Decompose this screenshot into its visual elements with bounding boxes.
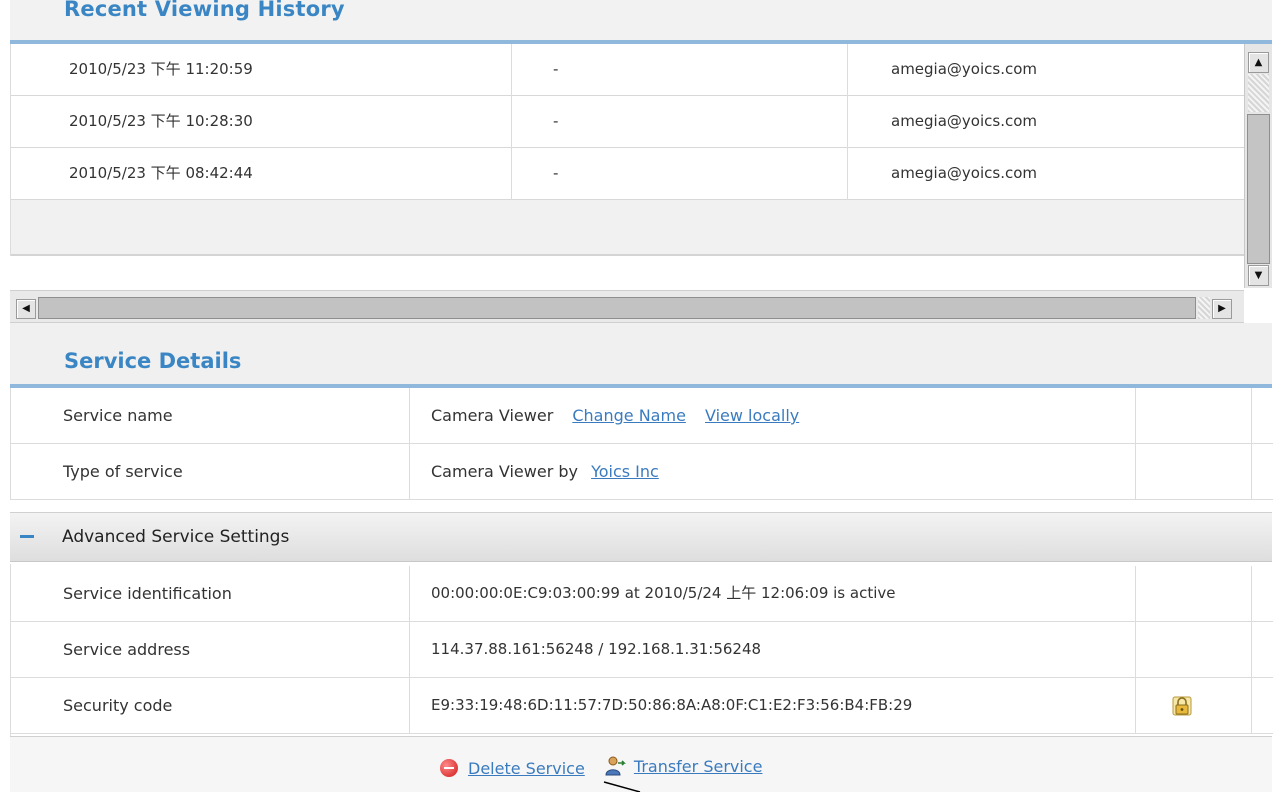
- transfer-service-link[interactable]: Transfer Service: [604, 755, 763, 777]
- table-row: Security code E9:33:19:48:6D:11:57:7D:50…: [11, 678, 1273, 734]
- column-divider: [847, 148, 848, 200]
- scroll-track[interactable]: [1248, 74, 1269, 112]
- service-actions-bar: Delete Service Transfer Service: [10, 736, 1272, 792]
- column-divider: [511, 44, 512, 96]
- column-divider: [409, 678, 410, 734]
- column-divider: [409, 622, 410, 678]
- service-name-value: Camera Viewer: [431, 406, 554, 425]
- scroll-up-button[interactable]: ▲: [1248, 52, 1269, 73]
- service-actions: Delete Service Transfer Service: [440, 755, 776, 781]
- column-divider: [847, 96, 848, 148]
- view-locally-link[interactable]: View locally: [705, 406, 799, 425]
- history-location: -: [553, 164, 559, 182]
- service-name-label: Service name: [63, 406, 173, 425]
- column-divider: [1135, 566, 1136, 622]
- history-time: 2010/5/23 下午 11:20:59: [69, 60, 253, 78]
- column-divider: [1135, 622, 1136, 678]
- service-type-value-group: Camera Viewer by Yoics Inc: [431, 444, 659, 499]
- advanced-settings-header[interactable]: Advanced Service Settings: [10, 512, 1272, 562]
- service-details-title: Service Details: [64, 349, 242, 373]
- service-details-table: Service name Camera Viewer Change Name V…: [10, 388, 1273, 500]
- table-row: Type of service Camera Viewer by Yoics I…: [11, 444, 1273, 500]
- table-row: 2010/5/23 下午 11:20:59 - amegia@yoics.com: [11, 44, 1245, 96]
- service-name-value-group: Camera Viewer Change Name View locally: [431, 388, 799, 443]
- collapse-icon[interactable]: [20, 535, 34, 538]
- column-divider: [1251, 622, 1252, 678]
- recent-history-table: 2010/5/23 下午 11:20:59 - amegia@yoics.com…: [10, 44, 1245, 256]
- column-divider: [1135, 444, 1136, 500]
- advanced-settings-title: Advanced Service Settings: [62, 527, 290, 547]
- column-divider: [511, 148, 512, 200]
- history-time: 2010/5/23 下午 08:42:44: [69, 164, 253, 182]
- column-divider: [409, 444, 410, 500]
- lock-icon[interactable]: [1171, 695, 1193, 717]
- table-row: Service name Camera Viewer Change Name V…: [11, 388, 1273, 444]
- service-type-label: Type of service: [63, 462, 183, 481]
- column-divider: [847, 44, 848, 96]
- table-empty-area: [11, 200, 1245, 256]
- scroll-right-button[interactable]: ▶: [1212, 299, 1232, 319]
- delete-service-link[interactable]: Delete Service: [440, 759, 585, 778]
- history-user: amegia@yoics.com: [891, 164, 1038, 182]
- history-user: amegia@yoics.com: [891, 112, 1038, 130]
- vendor-link[interactable]: Yoics Inc: [591, 462, 659, 481]
- service-identification-value: 00:00:00:0E:C9:03:00:99 at 2010/5/24 上午 …: [431, 584, 896, 602]
- scroll-left-button[interactable]: ◀: [16, 299, 36, 319]
- change-name-link[interactable]: Change Name: [572, 406, 686, 425]
- delete-icon: [440, 759, 458, 777]
- service-type-value: Camera Viewer by: [431, 462, 578, 481]
- security-code-label: Security code: [63, 696, 173, 715]
- column-divider: [511, 96, 512, 148]
- scroll-thumb[interactable]: [1247, 114, 1270, 264]
- transfer-user-icon: [605, 756, 626, 776]
- horizontal-scrollbar[interactable]: ◀ ▶: [10, 290, 1244, 323]
- table-row: 2010/5/23 下午 10:28:30 - amegia@yoics.com: [11, 96, 1245, 148]
- advanced-settings-table: Service identification 00:00:00:0E:C9:03…: [10, 564, 1273, 736]
- history-location: -: [553, 60, 559, 78]
- recent-history-title: Recent Viewing History: [64, 0, 345, 21]
- transfer-service-label: Transfer Service: [633, 756, 763, 776]
- history-time: 2010/5/23 下午 10:28:30: [69, 112, 253, 130]
- table-row: Service address 114.37.88.161:56248 / 19…: [11, 622, 1273, 678]
- security-code-value: E9:33:19:48:6D:11:57:7D:50:86:8A:A8:0F:C…: [431, 696, 913, 714]
- vertical-scrollbar[interactable]: ▲ ▼: [1244, 44, 1272, 288]
- horizontal-scroll-track[interactable]: [1198, 297, 1210, 319]
- history-location: -: [553, 112, 559, 130]
- column-divider: [409, 388, 410, 444]
- service-details-header: Service Details: [10, 323, 1272, 386]
- column-divider: [1251, 444, 1252, 500]
- table-row: 2010/5/23 下午 08:42:44 - amegia@yoics.com: [11, 148, 1245, 200]
- service-address-value: 114.37.88.161:56248 / 192.168.1.31:56248: [431, 640, 762, 658]
- column-divider: [1135, 678, 1136, 734]
- horizontal-scroll-thumb[interactable]: [38, 297, 1196, 319]
- column-divider: [1251, 566, 1252, 622]
- scroll-down-button[interactable]: ▼: [1248, 265, 1269, 286]
- service-identification-label: Service identification: [63, 584, 232, 603]
- table-row: Service identification 00:00:00:0E:C9:03…: [11, 566, 1273, 622]
- column-divider: [1135, 388, 1136, 444]
- service-address-label: Service address: [63, 640, 191, 659]
- column-divider: [1251, 388, 1252, 444]
- column-divider: [1251, 678, 1252, 734]
- recent-history-header: Recent Viewing History: [10, 0, 1272, 42]
- delete-service-label: Delete Service: [468, 758, 585, 778]
- history-user: amegia@yoics.com: [891, 60, 1038, 78]
- column-divider: [409, 566, 410, 622]
